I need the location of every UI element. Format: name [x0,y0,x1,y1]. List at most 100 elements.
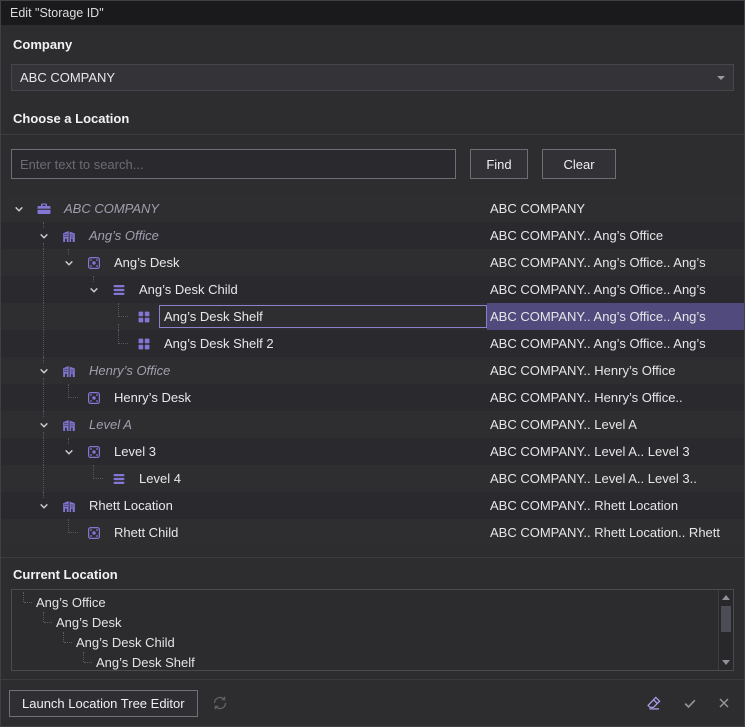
stack-icon [111,471,127,487]
grid-icon [136,336,152,352]
search-input[interactable] [11,149,456,179]
tree-node-path: ABC COMPANY [487,195,744,222]
tree-node-label: Rhett Child [109,521,487,544]
scrollbar-thumb[interactable] [721,606,731,632]
triangle-down-icon [722,660,730,665]
refresh-icon[interactable] [210,693,230,713]
tree-row[interactable]: ABC COMPANYABC COMPANY [1,195,744,222]
tree-node-path: ABC COMPANY.. Ang’s Office.. Ang’s [487,303,744,330]
tree-node-label: Henry’s Office [84,359,487,382]
tree-node-path: ABC COMPANY.. Henry’s Office [487,357,744,384]
tree-node-path: ABC COMPANY.. Ang’s Office.. Ang’s [487,276,744,303]
company-combobox[interactable]: ABC COMPANY [11,64,734,91]
titlebar: Edit "Storage ID" [1,1,744,25]
expander-placeholder [61,525,77,541]
find-button[interactable]: Find [470,149,528,179]
triangle-up-icon [722,595,730,600]
tree-node-label: Ang’s Desk [109,251,487,274]
company-combobox-value: ABC COMPANY [20,70,717,85]
expander-chevron-down-icon[interactable] [36,363,52,379]
tree-node-label: Ang’s Office [84,224,487,247]
tree-row[interactable]: Henry’s OfficeABC COMPANY.. Henry’s Offi… [1,357,744,384]
scrollbar-track[interactable] [719,633,733,655]
expander-placeholder [61,390,77,406]
tree-node-path: ABC COMPANY.. Level A.. Level 3 [487,438,744,465]
expander-placeholder [86,471,102,487]
expander-chevron-down-icon[interactable] [86,282,102,298]
current-location-panel: Ang’s Office Ang’s Desk Ang’s Desk Child An… [11,589,734,671]
tree-node-path: ABC COMPANY.. Ang’s Office.. Ang’s [487,330,744,357]
expander-chevron-down-icon[interactable] [36,228,52,244]
tree-row[interactable]: Henry’s DeskABC COMPANY.. Henry’s Office… [1,384,744,411]
current-location-item[interactable]: Ang’s Desk Child [12,632,718,652]
tree-node-label: Level A [84,413,487,436]
expander-chevron-down-icon[interactable] [36,417,52,433]
office-icon [61,417,77,433]
window-title: Edit "Storage ID" [10,6,104,20]
footer-toolbar: Launch Location Tree Editor [1,679,744,726]
search-bar: Find Clear [11,149,734,179]
scroll-down-button[interactable] [719,655,733,670]
tree-node-path: ABC COMPANY.. Rhett Location.. Rhett [487,519,744,546]
check-icon[interactable] [680,693,700,713]
launch-location-tree-editor-button[interactable]: Launch Location Tree Editor [9,690,198,717]
tree-node-label: Ang’s Desk Shelf [159,305,487,328]
tree-node-label: Level 3 [109,440,487,463]
company-icon [36,201,52,217]
expander-chevron-down-icon[interactable] [11,201,27,217]
stack-icon [111,282,127,298]
current-location-label: Ang’s Desk [12,615,122,630]
location-tree: ABC COMPANYABC COMPANYAng’s OfficeABC CO… [1,195,744,546]
tree-bottom-spacer [1,546,744,558]
combobox-dropdown-icon[interactable] [717,76,725,84]
tree-row[interactable]: Rhett ChildABC COMPANY.. Rhett Location.… [1,519,744,546]
tree-node-label: Rhett Location [84,494,487,517]
tree-node-label: Level 4 [134,467,487,490]
current-location-item[interactable]: Ang’s Desk Shelf [12,652,718,670]
tree-row[interactable]: Level 4ABC COMPANY.. Level A.. Level 3.. [1,465,744,492]
location-section-header: Choose a Location [1,91,744,135]
company-section-header: Company [1,25,744,56]
scroll-up-button[interactable] [719,590,733,605]
current-location-item[interactable]: Ang’s Office [12,592,718,612]
desk-icon [86,444,102,460]
company-header-label: Company [13,37,72,52]
tree-node-path: ABC COMPANY.. Ang’s Office [487,222,744,249]
tree-row[interactable]: Ang’s DeskABC COMPANY.. Ang’s Office.. A… [1,249,744,276]
expander-chevron-down-icon[interactable] [36,498,52,514]
tree-row[interactable]: Ang’s Desk ChildABC COMPANY.. Ang’s Offi… [1,276,744,303]
expander-chevron-down-icon[interactable] [61,444,77,460]
tree-node-label: ABC COMPANY [59,197,487,220]
tree-node-path: ABC COMPANY.. Rhett Location [487,492,744,519]
office-icon [61,363,77,379]
expander-placeholder [111,309,127,325]
current-location-label: Ang’s Desk Child [12,635,175,650]
location-header-label: Choose a Location [13,111,129,126]
vertical-scrollbar[interactable] [718,590,733,670]
office-icon [61,498,77,514]
close-icon[interactable] [714,693,734,713]
tree-row[interactable]: Level AABC COMPANY.. Level A [1,411,744,438]
tree-node-label: Ang’s Desk Child [134,278,487,301]
grid-icon [136,309,152,325]
tree-row[interactable]: Ang’s Desk ShelfABC COMPANY.. Ang’s Offi… [1,303,744,330]
current-location-label: Ang’s Desk Shelf [12,655,195,670]
edit-storage-id-dialog: Edit "Storage ID" Company ABC COMPANY Ch… [0,0,745,727]
tree-row[interactable]: Rhett LocationABC COMPANY.. Rhett Locati… [1,492,744,519]
current-location-header-label: Current Location [13,567,118,582]
current-location-tree: Ang’s Office Ang’s Desk Ang’s Desk Child An… [12,590,718,670]
tree-row[interactable]: Ang’s OfficeABC COMPANY.. Ang’s Office [1,222,744,249]
tree-row[interactable]: Ang’s Desk Shelf 2ABC COMPANY.. Ang’s Of… [1,330,744,357]
tree-row[interactable]: Level 3ABC COMPANY.. Level A.. Level 3 [1,438,744,465]
tree-node-label: Henry’s Desk [109,386,487,409]
office-icon [61,228,77,244]
clear-button[interactable]: Clear [542,149,616,179]
desk-icon [86,390,102,406]
eraser-icon[interactable] [644,693,664,713]
tree-node-path: ABC COMPANY.. Level A [487,411,744,438]
expander-placeholder [111,336,127,352]
desk-icon [86,525,102,541]
tree-node-path: ABC COMPANY.. Ang’s Office.. Ang’s [487,249,744,276]
expander-chevron-down-icon[interactable] [61,255,77,271]
current-location-item[interactable]: Ang’s Desk [12,612,718,632]
